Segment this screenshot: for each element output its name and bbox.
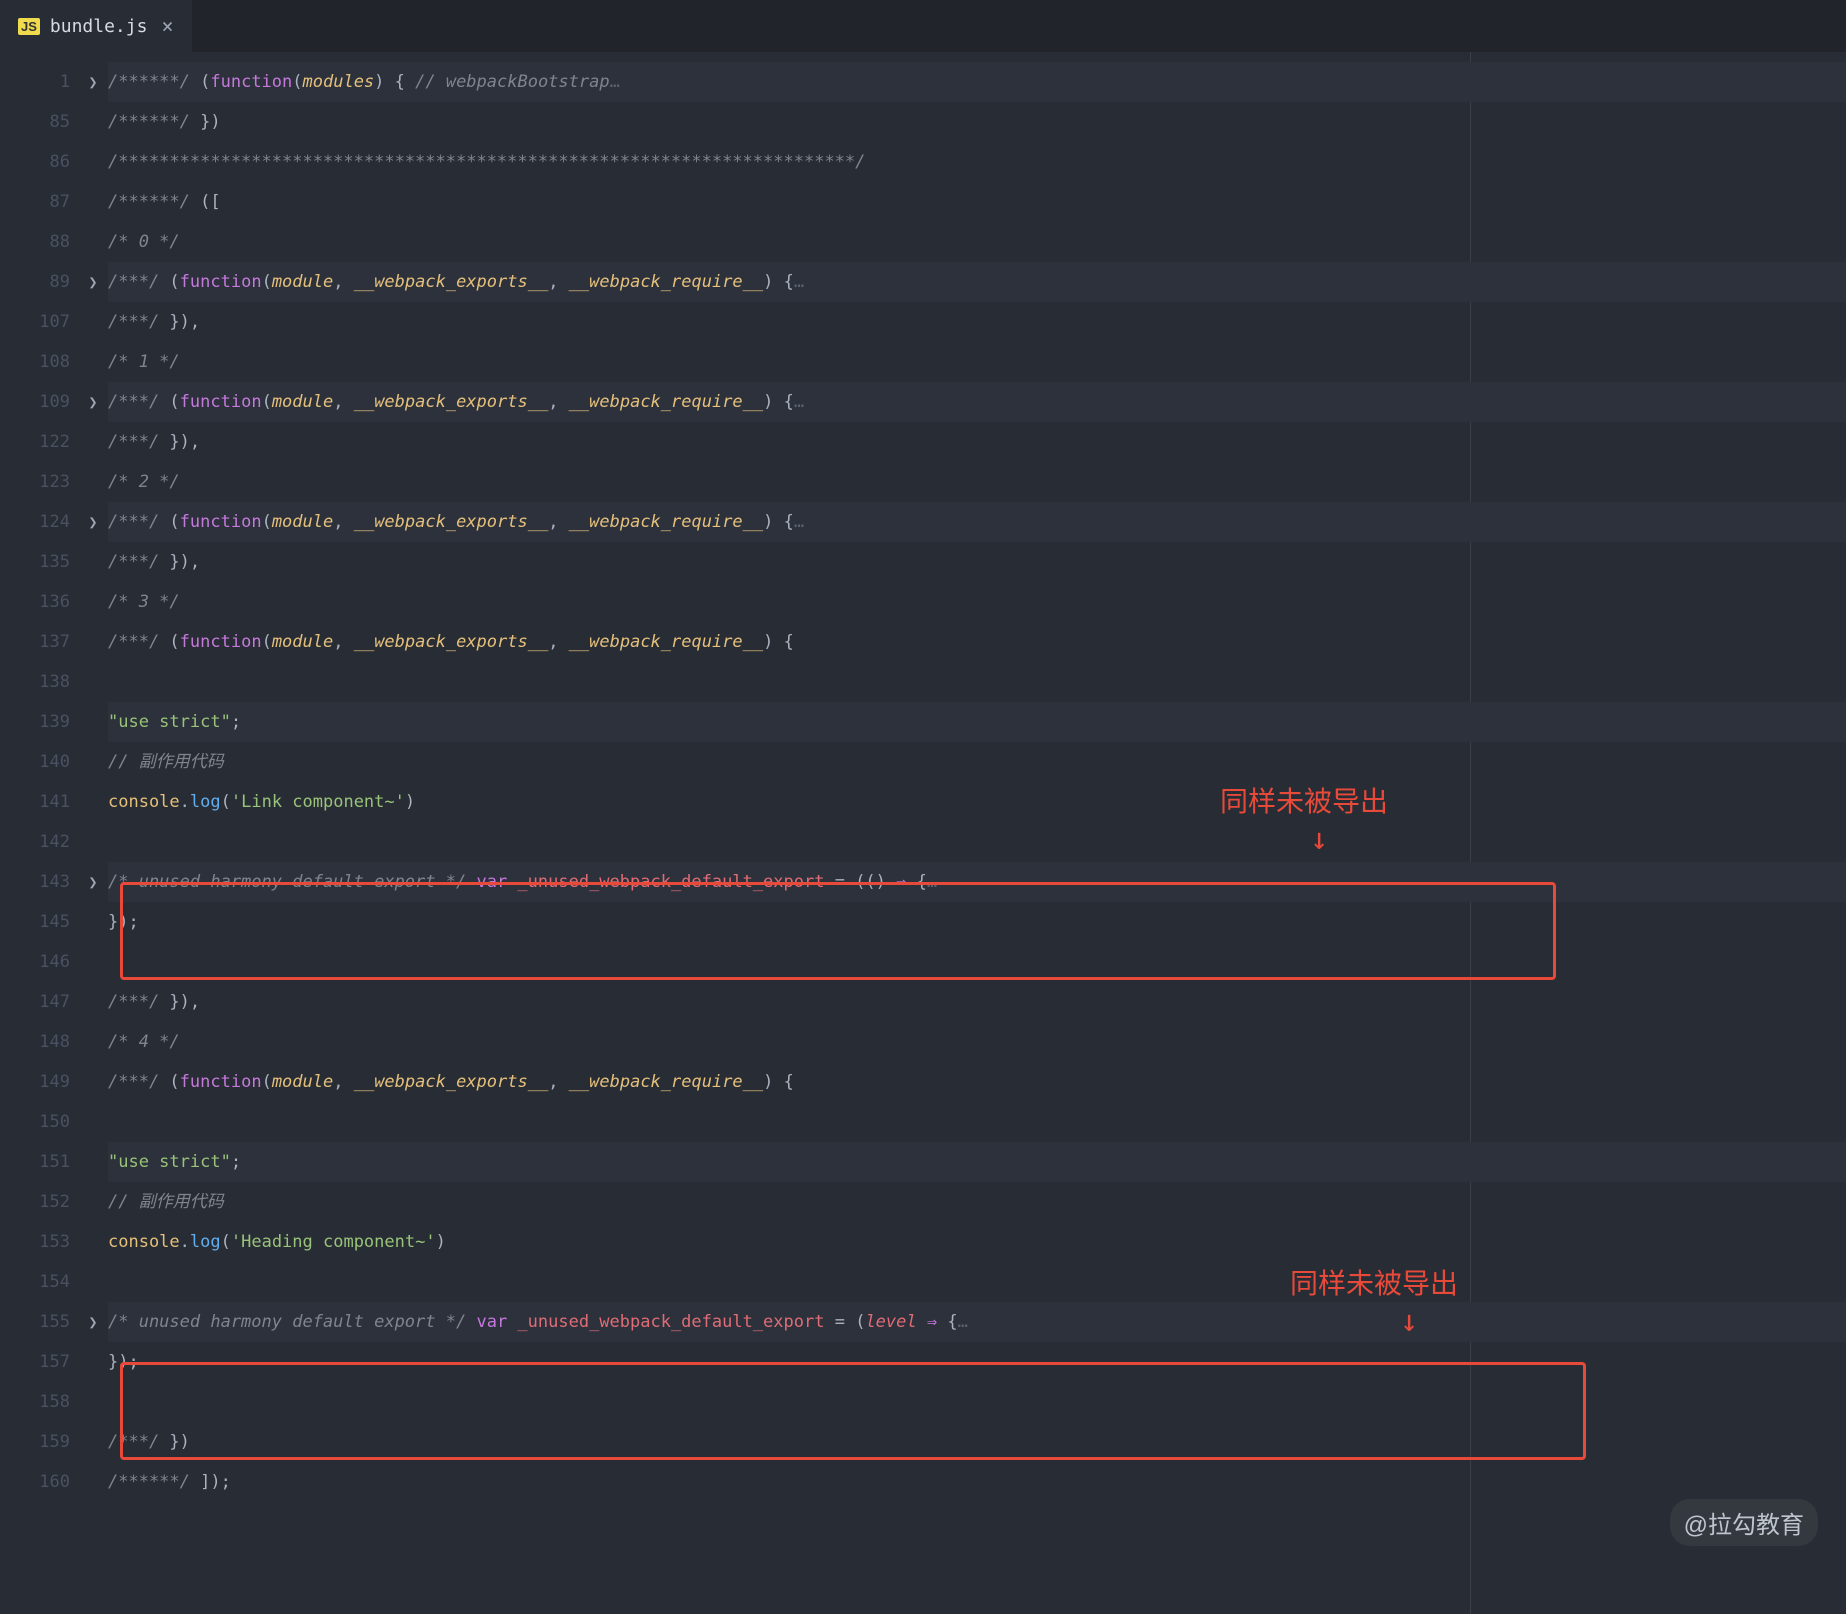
tab-filename: bundle.js — [50, 16, 148, 37]
js-file-icon: JS — [18, 18, 40, 35]
code-line[interactable]: console.log('Link component~') — [108, 782, 968, 822]
arrow-down-icon: ↓ — [1310, 822, 1328, 857]
chevron-right-icon[interactable]: ❯ — [78, 62, 108, 102]
line-number[interactable]: 143 — [0, 862, 78, 902]
code-line[interactable]: /* unused harmony default export */ var … — [108, 862, 968, 902]
chevron-right-icon[interactable]: ❯ — [78, 1302, 108, 1342]
line-number[interactable]: 86 — [0, 142, 78, 182]
code-line[interactable] — [108, 1102, 968, 1142]
line-number[interactable]: 157 — [0, 1342, 78, 1382]
code-line[interactable]: /* unused harmony default export */ var … — [108, 1302, 968, 1342]
line-number[interactable]: 155 — [0, 1302, 78, 1342]
code-line[interactable]: /* 2 */ — [108, 462, 968, 502]
line-number[interactable]: 141 — [0, 782, 78, 822]
line-number[interactable]: 136 — [0, 582, 78, 622]
code-line[interactable]: "use strict"; — [108, 702, 968, 742]
line-number-gutter[interactable]: 1858687888910710810912212312413513613713… — [0, 52, 78, 1502]
line-number[interactable]: 151 — [0, 1142, 78, 1182]
chevron-right-icon[interactable]: ❯ — [78, 262, 108, 302]
annotation-label-1: 同样未被导出 — [1220, 780, 1388, 820]
chevron-right-icon[interactable]: ❯ — [78, 862, 108, 902]
line-number[interactable]: 124 — [0, 502, 78, 542]
line-number[interactable]: 154 — [0, 1262, 78, 1302]
line-number[interactable]: 152 — [0, 1182, 78, 1222]
code-line[interactable]: /***/ (function(module, __webpack_export… — [108, 1062, 968, 1102]
arrow-down-icon: ↓ — [1400, 1304, 1418, 1339]
line-number[interactable]: 148 — [0, 1022, 78, 1062]
line-number[interactable]: 139 — [0, 702, 78, 742]
line-number[interactable]: 147 — [0, 982, 78, 1022]
line-number[interactable]: 159 — [0, 1422, 78, 1462]
line-number[interactable]: 88 — [0, 222, 78, 262]
line-number[interactable]: 1 — [0, 62, 78, 102]
line-number[interactable]: 160 — [0, 1462, 78, 1502]
line-number[interactable]: 158 — [0, 1382, 78, 1422]
code-line[interactable]: /***/ (function(module, __webpack_export… — [108, 262, 968, 302]
fold-gutter[interactable]: ❯ ❯ ❯ ❯ ❯ ❯ — [78, 52, 108, 1502]
line-number[interactable]: 108 — [0, 342, 78, 382]
code-area[interactable]: 1858687888910710810912212312413513613713… — [0, 52, 1846, 1502]
code-line[interactable]: /* 3 */ — [108, 582, 968, 622]
code-line[interactable]: // 副作用代码 — [108, 742, 968, 782]
code-line[interactable]: /******/ ]); — [108, 1462, 968, 1502]
line-number[interactable]: 107 — [0, 302, 78, 342]
tab-bar: JS bundle.js × — [0, 0, 1846, 52]
chevron-right-icon[interactable]: ❯ — [78, 502, 108, 542]
code-line[interactable]: }); — [108, 902, 968, 942]
code-line[interactable]: /***************************************… — [108, 142, 968, 182]
line-number[interactable]: 109 — [0, 382, 78, 422]
code-line[interactable]: // 副作用代码 — [108, 1182, 968, 1222]
line-number[interactable]: 85 — [0, 102, 78, 142]
line-number[interactable]: 123 — [0, 462, 78, 502]
line-number[interactable]: 142 — [0, 822, 78, 862]
code-line[interactable] — [108, 1382, 968, 1422]
code-line[interactable] — [108, 662, 968, 702]
code-line[interactable]: /* 1 */ — [108, 342, 968, 382]
line-number[interactable]: 137 — [0, 622, 78, 662]
tab-bundle-js[interactable]: JS bundle.js × — [0, 0, 192, 52]
code-line[interactable]: /***/ }), — [108, 422, 968, 462]
code-line[interactable]: /***/ (function(module, __webpack_export… — [108, 382, 968, 422]
code-line[interactable]: console.log('Heading component~') — [108, 1222, 968, 1262]
code-content[interactable]: /******/ (function(modules) { // webpack… — [108, 52, 968, 1502]
line-number[interactable]: 140 — [0, 742, 78, 782]
code-line[interactable]: }); — [108, 1342, 968, 1382]
watermark: @拉勾教育 — [1670, 1499, 1818, 1546]
line-number[interactable]: 138 — [0, 662, 78, 702]
code-line[interactable]: /******/ ([ — [108, 182, 968, 222]
line-number[interactable]: 150 — [0, 1102, 78, 1142]
line-number[interactable]: 145 — [0, 902, 78, 942]
code-line[interactable] — [108, 942, 968, 982]
code-line[interactable]: /***/ }), — [108, 302, 968, 342]
line-number[interactable]: 149 — [0, 1062, 78, 1102]
code-line[interactable]: /***/ }) — [108, 1422, 968, 1462]
line-number[interactable]: 153 — [0, 1222, 78, 1262]
code-editor: JS bundle.js × 1858687888910710810912212… — [0, 0, 1846, 1614]
code-line[interactable]: /* 0 */ — [108, 222, 968, 262]
code-line[interactable]: /***/ }), — [108, 982, 968, 1022]
annotation-label-2: 同样未被导出 — [1290, 1262, 1458, 1302]
line-number[interactable]: 89 — [0, 262, 78, 302]
chevron-right-icon[interactable]: ❯ — [78, 382, 108, 422]
line-number[interactable]: 122 — [0, 422, 78, 462]
code-line[interactable]: /***/ }), — [108, 542, 968, 582]
code-line[interactable]: /* 4 */ — [108, 1022, 968, 1062]
code-line[interactable]: /***/ (function(module, __webpack_export… — [108, 502, 968, 542]
line-number[interactable]: 146 — [0, 942, 78, 982]
code-line[interactable]: "use strict"; — [108, 1142, 968, 1182]
code-line[interactable]: /***/ (function(module, __webpack_export… — [108, 622, 968, 662]
close-icon[interactable]: × — [157, 14, 177, 38]
code-line[interactable]: /******/ (function(modules) { // webpack… — [108, 62, 968, 102]
line-number[interactable]: 135 — [0, 542, 78, 582]
code-line[interactable]: /******/ }) — [108, 102, 968, 142]
code-line[interactable] — [108, 822, 968, 862]
code-line[interactable] — [108, 1262, 968, 1302]
line-number[interactable]: 87 — [0, 182, 78, 222]
